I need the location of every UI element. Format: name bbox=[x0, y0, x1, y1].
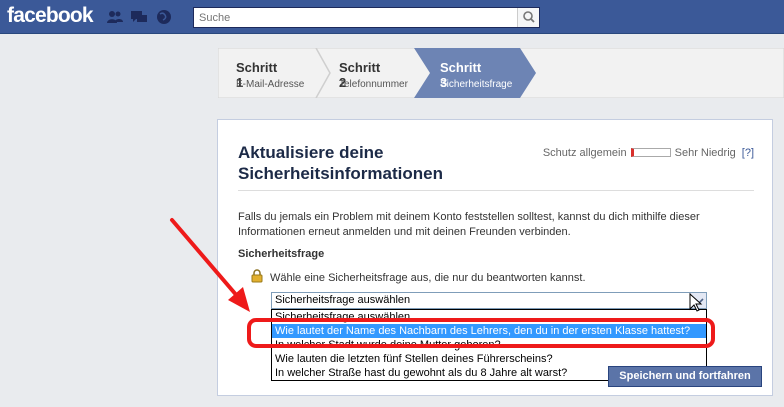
mouse-cursor-icon bbox=[689, 293, 703, 312]
red-arrow-annotation bbox=[170, 218, 250, 312]
